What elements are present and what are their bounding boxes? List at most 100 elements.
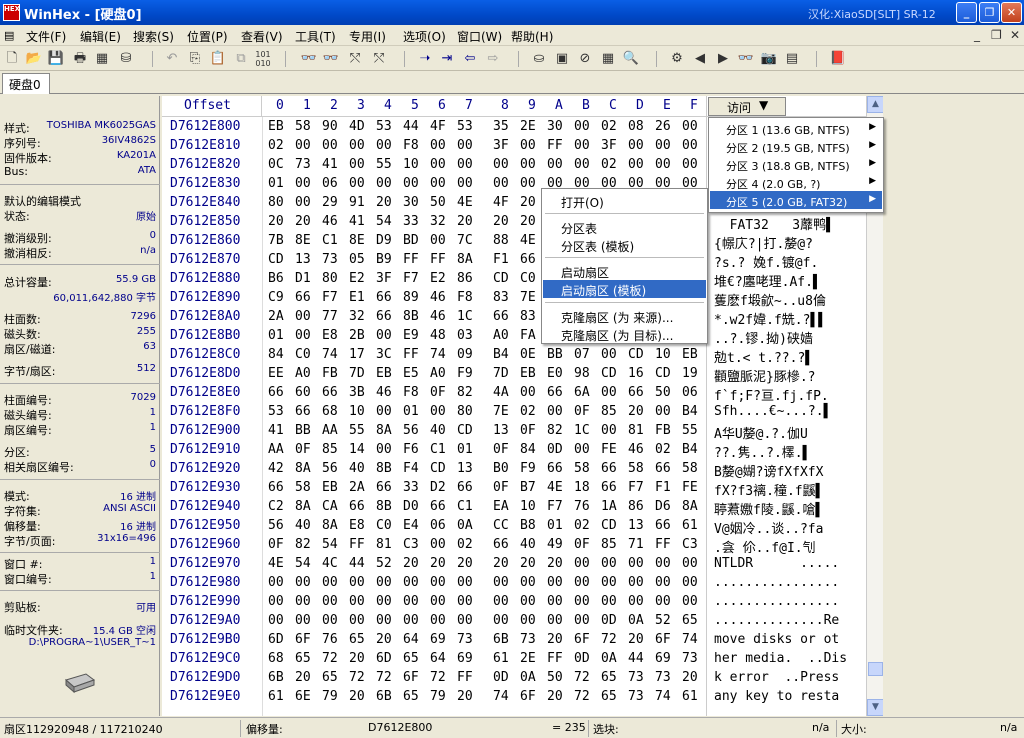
hex-byte[interactable]: 00 — [457, 594, 473, 609]
menu-special[interactable]: 专用(I) — [349, 28, 386, 45]
hex-byte[interactable]: 01 — [457, 442, 473, 457]
title-bar[interactable]: HEX WinHex - [硬盘0] 汉化:XiaoSD[SLT] SR-12 … — [0, 0, 1024, 25]
hex-byte[interactable]: 00 — [493, 613, 509, 628]
hex-byte[interactable]: 53 — [268, 404, 284, 419]
hex-byte[interactable]: 20 — [457, 556, 473, 571]
table-row[interactable]: D7612E990 00 00 00 00 00 00 00 00 00 00 00 00 00 00 00 0… — [162, 592, 866, 611]
hex-byte[interactable]: 6D — [268, 632, 284, 647]
hex-byte[interactable]: 79 — [322, 689, 338, 704]
hex-byte[interactable]: 00 — [430, 233, 446, 248]
hex-byte[interactable]: 66 — [376, 480, 392, 495]
table-row[interactable]: D7612E9C0 68 65 72 20 6D 65 64 69 61 2E FF 0D 0A 44 69 7… — [162, 649, 866, 668]
hex-byte[interactable]: B4 — [682, 442, 698, 457]
hex-byte[interactable]: 00 — [295, 309, 311, 324]
hex-byte[interactable]: 00 — [349, 176, 365, 191]
row-text[interactable]: ................ — [714, 594, 839, 609]
hex-byte[interactable]: 55 — [349, 423, 365, 438]
mdi-minimize-button[interactable]: _ — [974, 28, 980, 42]
table-row[interactable]: D7612E9D0 6B 20 65 72 72 6F 72 FF 0D 0A 50 72 65 73 73 2… — [162, 668, 866, 687]
table-row[interactable]: D7612E970 4E 54 4C 44 52 20 20 20 20 20 20 00 00 00 00 0… — [162, 554, 866, 573]
hex-byte[interactable]: 49 — [547, 537, 563, 552]
hex-byte[interactable]: D9 — [376, 233, 392, 248]
tab-disk0[interactable]: 硬盘0 — [2, 73, 50, 94]
hex-byte[interactable]: 00 — [376, 594, 392, 609]
hex-byte[interactable]: 00 — [574, 119, 590, 134]
hex-byte[interactable]: CC — [493, 518, 509, 533]
hex-byte[interactable]: 3C — [376, 347, 392, 362]
hex-byte[interactable]: 00 — [574, 575, 590, 590]
hex-byte[interactable]: C2 — [268, 499, 284, 514]
hex-byte[interactable]: 40 — [349, 461, 365, 476]
hex-byte[interactable]: 02 — [520, 404, 536, 419]
hex-byte[interactable]: 00 — [547, 157, 563, 172]
hex-byte[interactable]: 00 — [403, 176, 419, 191]
maximize-button[interactable]: ❐ — [979, 2, 1000, 23]
table-row[interactable]: D7612E8D0 EE A0 FB 7D EB E5 A0 F9 7D EB E0 98 CD 16 CD 1… — [162, 364, 866, 385]
hex-byte[interactable]: 2B — [349, 328, 365, 343]
hex-byte[interactable]: 00 — [457, 176, 473, 191]
hex-byte[interactable]: C1 — [457, 499, 473, 514]
next-icon[interactable]: ▶ — [714, 50, 732, 68]
hex-byte[interactable]: 72 — [322, 651, 338, 666]
hex-byte[interactable]: 20 — [547, 689, 563, 704]
hex-byte[interactable]: 00 — [655, 157, 671, 172]
hex-byte[interactable]: 00 — [349, 613, 365, 628]
hex-byte[interactable]: 20 — [520, 195, 536, 210]
minimize-button[interactable]: _ — [956, 2, 977, 23]
table-row[interactable]: D7612E850 20 20 46 41 54 33 32 20 20 20 FAT32 3蘼鸭▌ — [162, 212, 866, 233]
hex-byte[interactable]: BD — [403, 233, 419, 248]
new-file-icon[interactable]: 🗋 — [3, 50, 21, 68]
hex-byte[interactable]: 2E — [520, 651, 536, 666]
hex-byte[interactable]: F4 — [403, 461, 419, 476]
hex-byte[interactable]: F7 — [403, 271, 419, 286]
hex-byte[interactable]: 66 — [601, 480, 617, 495]
hex-byte[interactable]: 98 — [574, 366, 590, 381]
hex-byte[interactable]: FF — [655, 537, 671, 552]
hex-byte[interactable]: 4F — [430, 119, 446, 134]
hex-byte[interactable]: 00 — [430, 594, 446, 609]
hex-byte[interactable]: 68 — [268, 651, 284, 666]
hex-byte[interactable]: EB — [376, 366, 392, 381]
table-row[interactable]: D7612E960 0F 82 54 FF 81 C3 00 02 66 40 49 0F 85 71 FF C… — [162, 535, 866, 556]
hex-byte[interactable]: 00 — [295, 176, 311, 191]
hex-byte[interactable]: 00 — [547, 613, 563, 628]
hex-byte[interactable]: 00 — [601, 347, 617, 362]
hex-byte[interactable]: A0 — [295, 366, 311, 381]
hex-byte[interactable]: 0D — [601, 613, 617, 628]
hex-byte[interactable]: 00 — [376, 575, 392, 590]
hex-byte[interactable]: 6D — [376, 651, 392, 666]
hex-byte[interactable]: 66 — [601, 461, 617, 476]
row-text[interactable]: any key to resta — [714, 689, 839, 704]
hex-byte[interactable]: E0 — [547, 366, 563, 381]
table-row[interactable]: D7612E860 7B 8E C1 8E D9 BD 00 7C 88 4E {幜庂?|打.嫠@? — [162, 231, 866, 252]
hex-byte[interactable]: 55 — [376, 157, 392, 172]
hex-byte[interactable]: 00 — [295, 328, 311, 343]
hex-byte[interactable]: 41 — [322, 157, 338, 172]
table-icon[interactable]: ▤ — [783, 50, 801, 68]
hex-byte[interactable]: CD — [655, 366, 671, 381]
hex-byte[interactable]: FB — [322, 366, 338, 381]
hex-byte[interactable]: 30 — [547, 119, 563, 134]
hex-byte[interactable]: 0F — [493, 480, 509, 495]
hex-byte[interactable]: 68 — [322, 404, 338, 419]
hex-byte[interactable]: 41 — [268, 423, 284, 438]
hex-byte[interactable]: 73 — [322, 252, 338, 267]
hex-byte[interactable]: 0A — [601, 651, 617, 666]
hex-byte[interactable]: 33 — [403, 480, 419, 495]
hex-byte[interactable]: 00 — [376, 138, 392, 153]
hex-byte[interactable]: 00 — [655, 138, 671, 153]
undo-icon[interactable]: ↶ — [163, 50, 181, 68]
hex-byte[interactable]: 6B — [493, 632, 509, 647]
hex-byte[interactable]: 4E — [547, 480, 563, 495]
hex-byte[interactable]: 20 — [457, 214, 473, 229]
mdi-close-button[interactable]: ✕ — [1010, 28, 1020, 42]
hex-byte[interactable]: 00 — [376, 404, 392, 419]
scroll-thumb[interactable] — [868, 662, 883, 676]
table-row[interactable]: D7612E980 00 00 00 00 00 00 00 00 00 00 00 00 00 00 00 0… — [162, 573, 866, 592]
hex-byte[interactable]: 20 — [349, 689, 365, 704]
hex-byte[interactable]: 73 — [295, 157, 311, 172]
hex-byte[interactable]: 64 — [403, 632, 419, 647]
hex-byte[interactable]: 66 — [322, 385, 338, 400]
hex-byte[interactable]: 48 — [430, 328, 446, 343]
hex-byte[interactable]: 83 — [493, 290, 509, 305]
